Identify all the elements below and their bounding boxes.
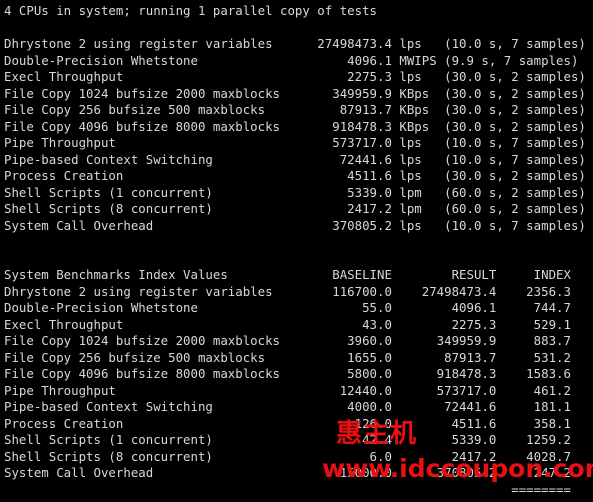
terminal-output: 4 CPUs in system; running 1 parallel cop… bbox=[0, 0, 593, 502]
index-table-row: File Copy 256 bufsize 500 maxblocks 1655… bbox=[4, 349, 571, 365]
terminal-text-lines: 4 CPUs in system; running 1 parallel cop… bbox=[4, 3, 593, 502]
benchmark-result-row: File Copy 1024 bufsize 2000 maxblocks 34… bbox=[4, 85, 586, 101]
benchmark-result-row: Double-Precision Whetstone 4096.1 MWIPS … bbox=[4, 52, 579, 68]
benchmark-result-row: Process Creation 4511.6 lps (30.0 s, 2 s… bbox=[4, 168, 586, 184]
benchmark-result-row: Pipe Throughput 573717.0 lps (10.0 s, 7 … bbox=[4, 135, 586, 151]
index-table-row: System Call Overhead 15000.0 370805.2 24… bbox=[4, 465, 571, 481]
benchmark-result-row: File Copy 256 bufsize 500 maxblocks 8791… bbox=[4, 102, 586, 118]
benchmark-result-row: File Copy 4096 bufsize 8000 maxblocks 91… bbox=[4, 118, 586, 134]
index-table-row: Shell Scripts (1 concurrent) 42.4 5339.0… bbox=[4, 432, 571, 448]
index-table-row: Execl Throughput 43.0 2275.3 529.1 bbox=[4, 316, 571, 332]
index-table-row: Double-Precision Whetstone 55.0 4096.1 7… bbox=[4, 300, 571, 316]
benchmark-result-row: Pipe-based Context Switching 72441.6 lps… bbox=[4, 151, 586, 167]
benchmark-result-row: System Call Overhead 370805.2 lps (10.0 … bbox=[4, 217, 586, 233]
benchmark-result-row: Shell Scripts (1 concurrent) 5339.0 lpm … bbox=[4, 184, 586, 200]
cpu-header-line: 4 CPUs in system; running 1 parallel cop… bbox=[4, 3, 377, 18]
index-table-row: Dhrystone 2 using register variables 116… bbox=[4, 283, 571, 299]
index-table-row: Process Creation 126.0 4511.6 358.1 bbox=[4, 415, 571, 431]
index-table-row: Pipe Throughput 12440.0 573717.0 461.2 bbox=[4, 382, 571, 398]
index-table-row: File Copy 4096 bufsize 8000 maxblocks 58… bbox=[4, 366, 571, 382]
index-table-row: Shell Scripts (8 concurrent) 6.0 2417.2 … bbox=[4, 448, 571, 464]
benchmark-result-row: Execl Throughput 2275.3 lps (30.0 s, 2 s… bbox=[4, 69, 586, 85]
index-table-header: System Benchmarks Index Values BASELINE … bbox=[4, 267, 571, 283]
benchmark-result-row: Dhrystone 2 using register variables 274… bbox=[4, 36, 586, 52]
index-table-row: Pipe-based Context Switching 4000.0 7244… bbox=[4, 399, 571, 415]
index-separator-line: ======== bbox=[4, 481, 571, 497]
benchmark-result-row: Shell Scripts (8 concurrent) 2417.2 lpm … bbox=[4, 201, 586, 217]
index-table-row: File Copy 1024 bufsize 2000 maxblocks 39… bbox=[4, 333, 571, 349]
